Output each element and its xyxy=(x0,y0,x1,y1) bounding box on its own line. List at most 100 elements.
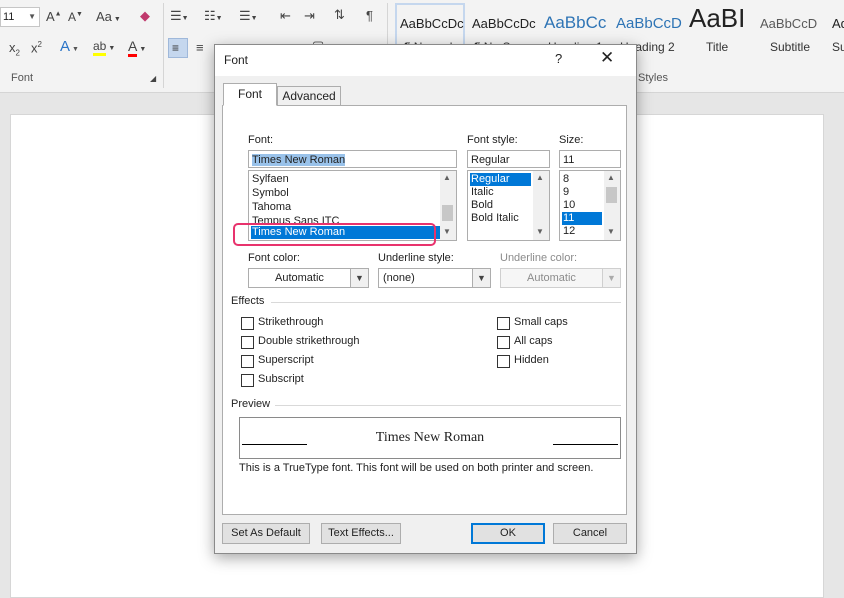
effects-divider xyxy=(271,302,621,303)
size-label: Size: xyxy=(559,134,584,146)
list-item[interactable]: Symbol xyxy=(251,187,289,200)
scroll-thumb[interactable] xyxy=(442,205,453,221)
dialog-launcher-icon[interactable]: ◢ xyxy=(150,74,156,83)
list-item[interactable]: Italic xyxy=(470,186,494,199)
close-icon[interactable]: ✕ xyxy=(600,48,614,68)
align-left-button[interactable]: ≡ xyxy=(168,38,188,58)
scroll-down-icon[interactable]: ▼ xyxy=(443,227,451,236)
font-style-value: Regular xyxy=(471,154,510,166)
superscript-icon[interactable]: x2 xyxy=(31,40,42,55)
font-style-listbox[interactable]: Regular Italic Bold Bold Italic ▲ ▼ xyxy=(467,170,550,241)
checkbox-label: Small caps xyxy=(514,316,568,328)
font-size-combo[interactable]: 11 ▼ xyxy=(0,7,40,27)
checkbox-box[interactable] xyxy=(497,317,510,330)
list-item[interactable]: 10 xyxy=(562,199,575,212)
group-separator xyxy=(163,3,164,88)
size-listbox[interactable]: 8 9 10 11 12 ▲ ▼ xyxy=(559,170,621,241)
chevron-down-icon: ▼ xyxy=(139,46,147,53)
decrease-indent-icon[interactable]: ⇤ xyxy=(280,8,291,24)
underline-color-combo: Automatic ▼ xyxy=(500,268,621,288)
list-item[interactable]: 8 xyxy=(562,173,569,186)
highlight-color-icon[interactable]: ab ▼ xyxy=(93,38,115,56)
list-item[interactable]: 9 xyxy=(562,186,569,199)
chevron-down-icon[interactable]: ▼ xyxy=(472,269,490,287)
list-item[interactable]: Bold xyxy=(470,199,493,212)
styles-group-label: Styles xyxy=(638,72,668,84)
tab-font[interactable]: Font xyxy=(223,83,277,106)
list-item[interactable]: Tahoma xyxy=(251,201,291,214)
checkbox-box[interactable] xyxy=(241,336,254,349)
checkbox-box[interactable] xyxy=(241,355,254,368)
font-list-scrollbar[interactable]: ▲ ▼ xyxy=(440,171,456,240)
list-item[interactable]: 12 xyxy=(562,225,575,238)
checkbox-box[interactable] xyxy=(497,355,510,368)
dialog-titlebar[interactable]: Font ? ✕ xyxy=(215,45,636,76)
underline-style-combo[interactable]: (none) ▼ xyxy=(378,268,491,288)
font-name-field[interactable]: Times New Roman xyxy=(248,150,457,168)
list-item[interactable]: Bold Italic xyxy=(470,212,519,225)
chevron-down-icon: ▼ xyxy=(602,269,620,287)
font-style-scrollbar[interactable]: ▲ ▼ xyxy=(533,171,549,240)
cancel-button[interactable]: Cancel xyxy=(553,523,627,544)
font-name-value: Times New Roman xyxy=(252,154,346,166)
font-group-label: Font xyxy=(11,72,34,84)
bullets-icon[interactable]: ☰▼ xyxy=(170,8,189,24)
chevron-down-icon[interactable]: ▼ xyxy=(350,269,368,287)
text-effects-icon[interactable]: A ▼ xyxy=(60,38,79,55)
set-as-default-button[interactable]: Set As Default xyxy=(222,523,310,544)
font-color-combo[interactable]: Automatic ▼ xyxy=(248,268,369,288)
clear-formatting-icon[interactable]: ◆ xyxy=(140,8,150,24)
sort-icon[interactable]: ⇅ xyxy=(334,7,345,23)
pilcrow-icon[interactable]: ¶ xyxy=(366,8,373,23)
text-effects-button[interactable]: Text Effects... xyxy=(321,523,401,544)
list-item[interactable]: Sylfaen xyxy=(251,173,289,186)
size-list-scrollbar[interactable]: ▲ ▼ xyxy=(604,171,620,240)
size-value: 11 xyxy=(563,154,575,166)
preview-baseline-right xyxy=(553,444,618,445)
checkbox-box[interactable] xyxy=(241,317,254,330)
style-preview: AaBbCc xyxy=(544,13,607,32)
scroll-up-icon[interactable]: ▲ xyxy=(607,173,615,182)
font-color-label: Font color: xyxy=(248,252,300,264)
list-item[interactable]: Tempus Sans ITC xyxy=(251,215,339,223)
numbering-icon[interactable]: ☷▼ xyxy=(204,8,223,24)
checkbox-label: Hidden xyxy=(514,354,549,366)
checkbox-box[interactable] xyxy=(497,336,510,349)
ok-button[interactable]: OK xyxy=(471,523,545,544)
chevron-down-icon: ▼ xyxy=(72,46,79,53)
font-style-field[interactable]: Regular xyxy=(467,150,550,168)
underline-color-value: Automatic xyxy=(527,272,576,284)
list-item-selected[interactable]: 11 xyxy=(562,212,602,225)
underline-color-label: Underline color: xyxy=(500,252,578,264)
font-color-icon[interactable]: A ▼ xyxy=(128,38,147,57)
scroll-down-icon[interactable]: ▼ xyxy=(607,227,615,236)
scroll-up-icon[interactable]: ▲ xyxy=(443,173,451,182)
font-style-label: Font style: xyxy=(467,134,518,146)
align-left-icon: ≡ xyxy=(172,41,180,55)
chevron-down-icon: ▼ xyxy=(28,12,36,21)
subscript-icon[interactable]: x2 xyxy=(9,40,20,58)
shrink-font-icon[interactable]: A▼ xyxy=(68,10,83,24)
preview-label: Preview xyxy=(231,398,271,410)
help-button[interactable]: ? xyxy=(555,51,562,66)
size-field[interactable]: 11 xyxy=(559,150,621,168)
dialog-title: Font xyxy=(224,53,249,67)
multilevel-list-icon[interactable]: ☰▼ xyxy=(239,8,258,24)
style-preview: Ad xyxy=(832,16,844,31)
align-center-icon[interactable]: ≡ xyxy=(196,40,204,55)
tab-advanced[interactable]: Advanced xyxy=(277,86,341,106)
annotation-highlight xyxy=(233,223,436,246)
scroll-down-icon[interactable]: ▼ xyxy=(536,227,544,236)
preview-divider xyxy=(275,405,621,406)
scroll-up-icon[interactable]: ▲ xyxy=(536,173,544,182)
chevron-down-icon: ▼ xyxy=(113,16,121,23)
increase-indent-icon[interactable]: ⇥ xyxy=(304,8,315,24)
style-preview: AaBbCcDc xyxy=(400,16,464,31)
change-case-button[interactable]: Aa ▼ xyxy=(96,9,121,24)
list-item-selected[interactable]: Regular xyxy=(470,173,531,186)
grow-font-icon[interactable]: A▲ xyxy=(46,9,62,24)
font-dialog: Font ? ✕ Font Advanced Font: Times New R… xyxy=(214,44,637,554)
scroll-thumb[interactable] xyxy=(606,187,617,203)
checkbox-box[interactable] xyxy=(241,374,254,387)
checkbox-label: Subscript xyxy=(258,373,304,385)
